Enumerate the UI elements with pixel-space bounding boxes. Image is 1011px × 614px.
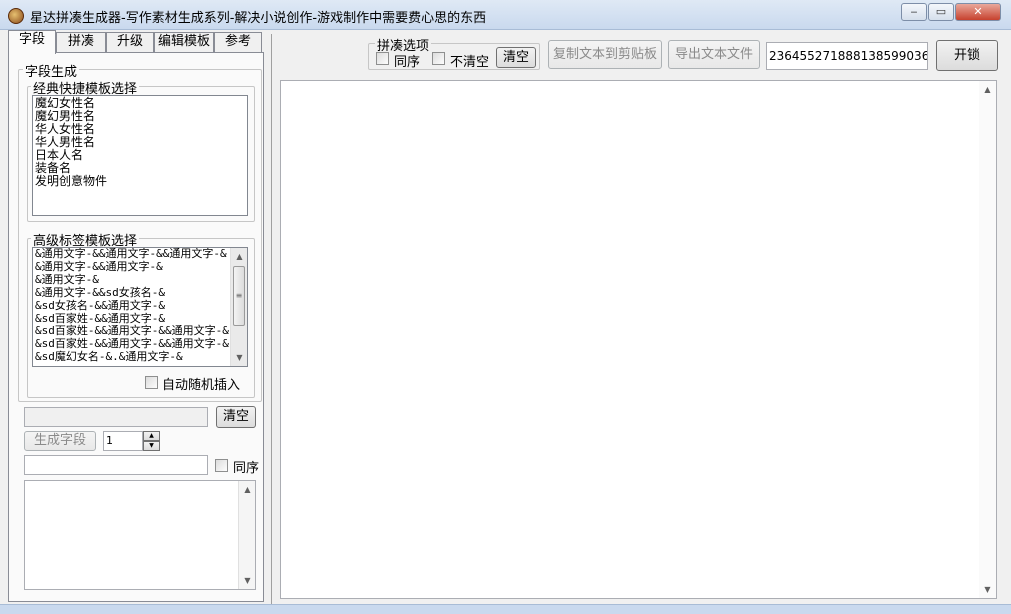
window-title: 星达拼凑生成器-写作素材生成系列-解决小说创作-游戏制作中需要费心思的东西 xyxy=(30,11,487,26)
scroll-up-icon[interactable]: ▲ xyxy=(231,248,247,265)
tab-edit-template[interactable]: 编辑模板 xyxy=(154,32,214,52)
tab-upgrade[interactable]: 升级 xyxy=(106,32,154,52)
same-order-checkbox[interactable] xyxy=(215,459,228,472)
scroll-down-icon[interactable]: ▼ xyxy=(231,349,247,366)
advanced-template-list[interactable]: &通用文字-&&通用文字-&&通用文字-& &通用文字-&&通用文字-& &通用… xyxy=(32,247,248,367)
copy-to-clipboard-button[interactable]: 复制文本到剪贴板 xyxy=(548,40,662,69)
list-item[interactable]: 发明创意物件 xyxy=(33,175,247,188)
combine-same-order-label: 同序 xyxy=(394,55,421,70)
list-item[interactable]: &通用文字-&&通用文字-&&通用文字-& xyxy=(33,248,247,261)
no-clear-label: 不清空 xyxy=(450,55,490,70)
clear-field-button[interactable]: 清空 xyxy=(216,406,256,428)
count-down-icon[interactable]: ▼ xyxy=(143,441,160,451)
main-output-scrollbar[interactable]: ▲ ▼ xyxy=(979,81,996,598)
field-output-textarea[interactable]: ▲ ▼ xyxy=(24,480,256,590)
same-order-label: 同序 xyxy=(233,461,260,476)
tab-combine[interactable]: 拼凑 xyxy=(56,32,106,52)
scroll-up-icon[interactable]: ▲ xyxy=(979,81,996,98)
auto-random-insert-checkbox[interactable] xyxy=(145,376,158,389)
scroll-down-icon[interactable]: ▼ xyxy=(239,572,256,589)
list-item[interactable]: &通用文字-& xyxy=(33,273,247,287)
main-output-textarea[interactable]: ▲ ▼ xyxy=(280,80,997,599)
classic-template-list[interactable]: 魔幻女性名 魔幻男性名 华人女性名 华人男性名 日本人名 装备名 发明创意物件 xyxy=(32,95,248,216)
scroll-down-icon[interactable]: ▼ xyxy=(979,581,996,598)
generate-field-button[interactable]: 生成字段 xyxy=(24,431,96,451)
tab-fields[interactable]: 字段 xyxy=(8,30,56,54)
field-output-scrollbar[interactable]: ▲ ▼ xyxy=(238,481,255,589)
field-input-2[interactable] xyxy=(24,455,208,475)
count-input[interactable]: 1 xyxy=(103,431,143,451)
maximize-icon[interactable]: ▭ xyxy=(928,3,954,21)
list-item[interactable]: &sd女孩名-&&通用文字-& xyxy=(33,299,247,313)
unlock-button[interactable]: 开锁 xyxy=(936,40,998,71)
count-up-icon[interactable]: ▲ xyxy=(143,431,160,441)
no-clear-checkbox[interactable] xyxy=(432,52,445,65)
app-icon xyxy=(8,8,24,24)
export-text-file-button[interactable]: 导出文本文件 xyxy=(668,40,760,69)
list-item[interactable]: &通用文字-&&通用文字-& xyxy=(33,260,247,274)
list-item[interactable]: &sd魔幻女名-&.&通用文字-& xyxy=(33,350,247,364)
combine-same-order-checkbox[interactable] xyxy=(376,52,389,65)
field-input-1[interactable] xyxy=(24,407,208,427)
auto-random-insert-label: 自动随机插入 xyxy=(162,378,241,393)
list-item[interactable]: &通用文字-&&sd女孩名-& xyxy=(33,286,247,300)
advanced-list-scrollbar[interactable]: ▲ ≡ ▼ xyxy=(230,248,247,366)
window-bottom-border xyxy=(0,604,1011,614)
tab-reference[interactable]: 参考 xyxy=(214,32,262,52)
scroll-thumb[interactable]: ≡ xyxy=(233,266,245,326)
panel-splitter[interactable] xyxy=(271,34,272,604)
scroll-up-icon[interactable]: ▲ xyxy=(239,481,256,498)
close-icon[interactable]: ✕ xyxy=(955,3,1001,21)
combine-clear-button[interactable]: 清空 xyxy=(496,47,536,68)
serial-number-field[interactable]: 23645527188813859903​60 xyxy=(766,42,928,70)
minimize-icon[interactable]: ‒ xyxy=(901,3,927,21)
